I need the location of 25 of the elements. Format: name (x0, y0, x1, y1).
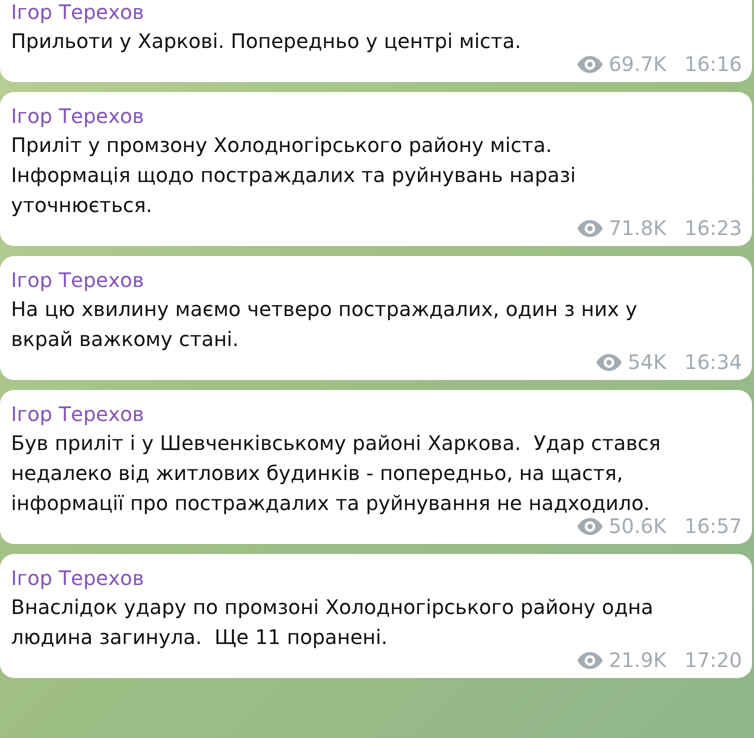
message-time: 16:23 (684, 216, 742, 240)
message-text: Приліт у промзону Холодногірського району міста. Інформація щодо постраждалих та руйнувань наразі уточнюється. (11, 132, 577, 219)
view-count: 21.9K (608, 648, 666, 672)
view-count: 69.7K (608, 52, 666, 76)
view-count: 54K (628, 350, 666, 374)
message-text: На цю хвилину маємо четверо постраждалих, один з них у вкрай важкому стані. (11, 296, 638, 353)
author-name: Ігор Терехов (11, 267, 146, 294)
message-time: 16:34 (684, 350, 742, 374)
author-name: Ігор Терехов (11, 103, 146, 130)
message-time: 17:20 (684, 648, 742, 672)
message-text: Внаслідок удару по промзоні Холодногірського району одна людина загинула. Ще 11 поранені. (11, 594, 654, 651)
message-time: 16:16 (684, 52, 742, 76)
message-text: Був приліт і у Шевченківському районі Харкова. Удар стався недалеко від житлових будинків - попередньо, на щастя, інформації про постраждалих та руйнування не надходило. (11, 430, 662, 517)
author-name: Ігор Терехов (11, 0, 146, 26)
author-name: Ігор Терехов (11, 565, 146, 592)
views-icon (576, 518, 603, 534)
view-count: 71.8K (608, 216, 666, 240)
views-icon (576, 220, 603, 236)
views-icon (576, 56, 603, 72)
message-time: 16:57 (684, 514, 742, 538)
view-count: 50.6K (608, 514, 666, 538)
author-name: Ігор Терехов (11, 401, 146, 428)
message-text: Прильоти у Харкові. Попередньо у центрі міста. (11, 28, 522, 55)
views-icon (596, 354, 622, 370)
views-icon (576, 652, 603, 668)
